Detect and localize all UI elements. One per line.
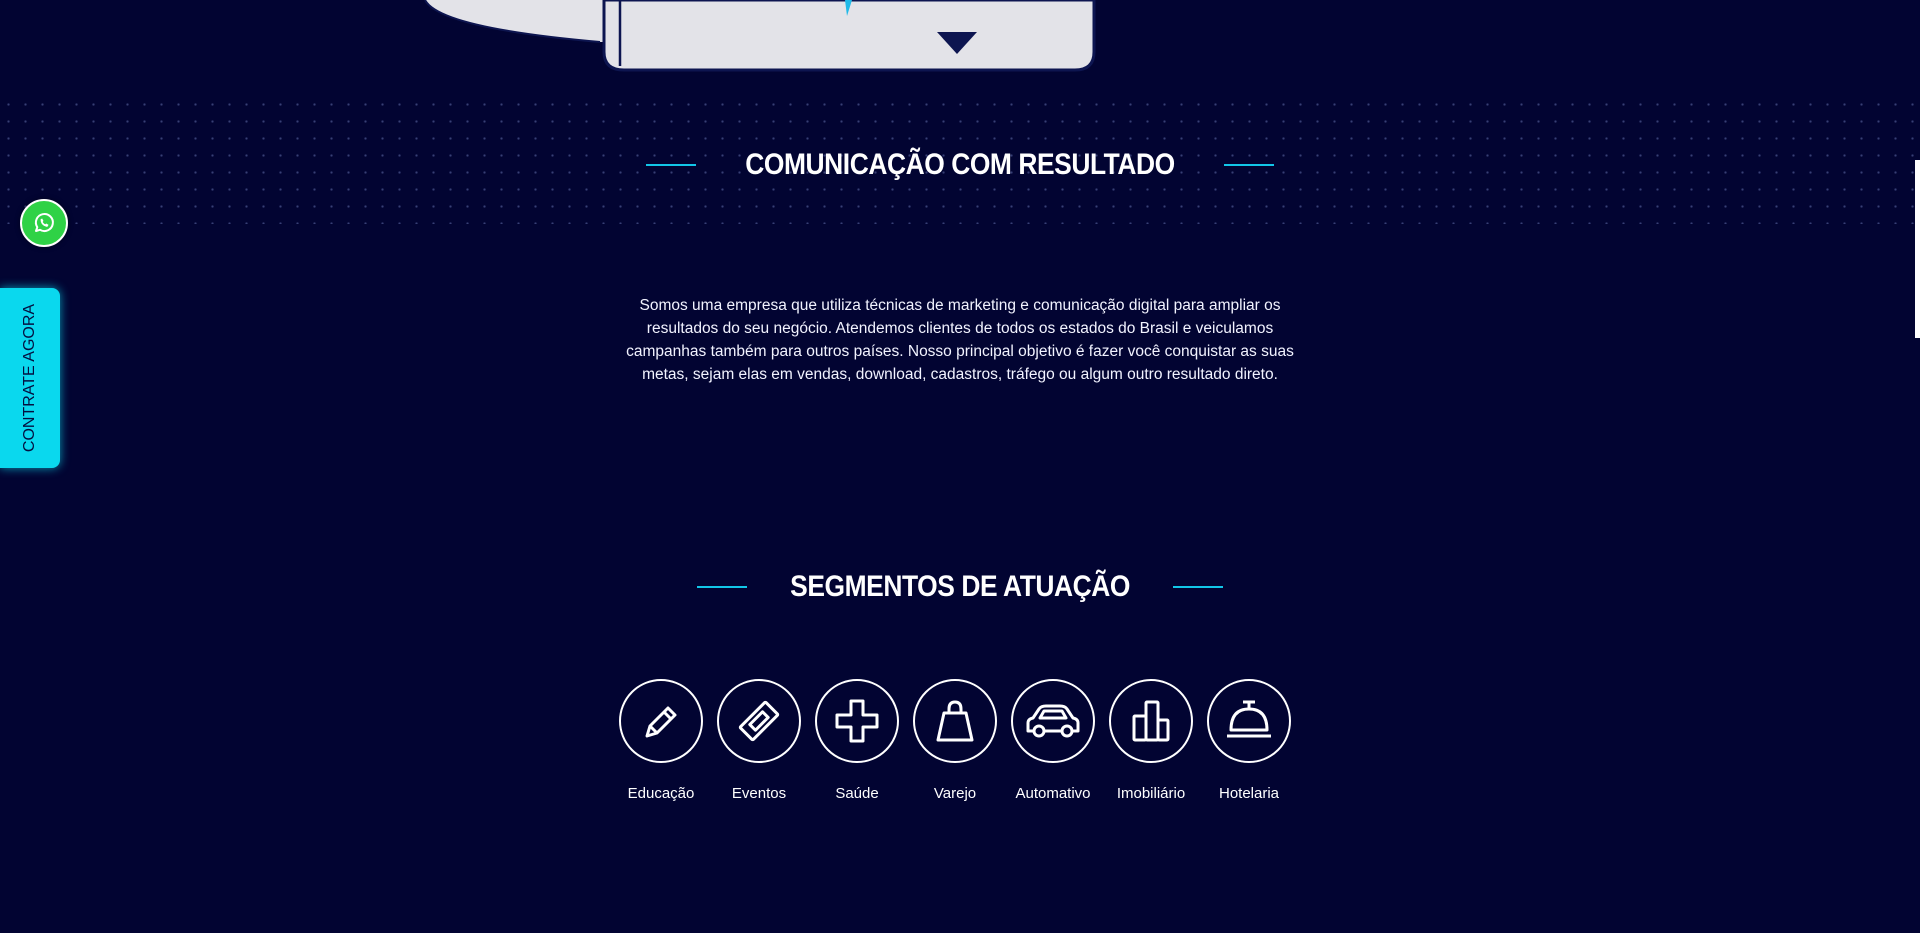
segment-eventos[interactable]: Eventos (715, 679, 803, 819)
segment-label: Educação (627, 785, 695, 802)
segment-saude[interactable]: Saúde (813, 679, 901, 819)
about-title: COMUNICAÇÃO COM RESULTADO (745, 148, 1175, 181)
pencil-icon (619, 679, 703, 763)
segment-hotelaria[interactable]: Hotelaria (1205, 679, 1293, 819)
about-text: Somos uma empresa que utiliza técnicas d… (626, 296, 1294, 383)
buildings-icon (1109, 679, 1193, 763)
edge-panel-tab[interactable] (1915, 160, 1920, 338)
segment-label: Saúde (835, 785, 879, 802)
about-heading: COMUNICAÇÃO COM RESULTADO (0, 143, 1920, 187)
service-bell-icon (1207, 679, 1291, 763)
segment-label: Varejo (933, 785, 977, 802)
segments-title: SEGMENTOS DE ATUAÇÃO (790, 570, 1130, 603)
segments-list: Educação Eventos Saúde Varejo Automativo… (617, 679, 1293, 819)
heading-left-line (696, 586, 747, 588)
segment-label: Automativo (1015, 785, 1091, 802)
segment-label: Hotelaria (1218, 785, 1280, 802)
cta-label: CONTRATE AGORA (21, 303, 39, 453)
heading-right-line (1173, 586, 1224, 588)
hero-illustration (0, 0, 1920, 72)
shopping-bag-icon (913, 679, 997, 763)
segment-varejo[interactable]: Varejo (911, 679, 999, 819)
whatsapp-button[interactable] (20, 199, 68, 247)
segment-label: Imobiliário (1116, 785, 1186, 802)
segments-heading: SEGMENTOS DE ATUAÇÃO (0, 565, 1920, 609)
heading-right-line (1224, 164, 1275, 166)
ticket-icon (717, 679, 801, 763)
medical-cross-icon (815, 679, 899, 763)
segment-automativo[interactable]: Automativo (1009, 679, 1097, 819)
contrate-agora-button[interactable]: CONTRATE AGORA (0, 288, 60, 468)
segment-label: Eventos (731, 785, 787, 802)
heading-left-line (645, 164, 696, 166)
segment-educacao[interactable]: Educação (617, 679, 705, 819)
whatsapp-icon (34, 213, 54, 233)
segment-imobiliario[interactable]: Imobiliário (1107, 679, 1195, 819)
car-icon (1011, 679, 1095, 763)
